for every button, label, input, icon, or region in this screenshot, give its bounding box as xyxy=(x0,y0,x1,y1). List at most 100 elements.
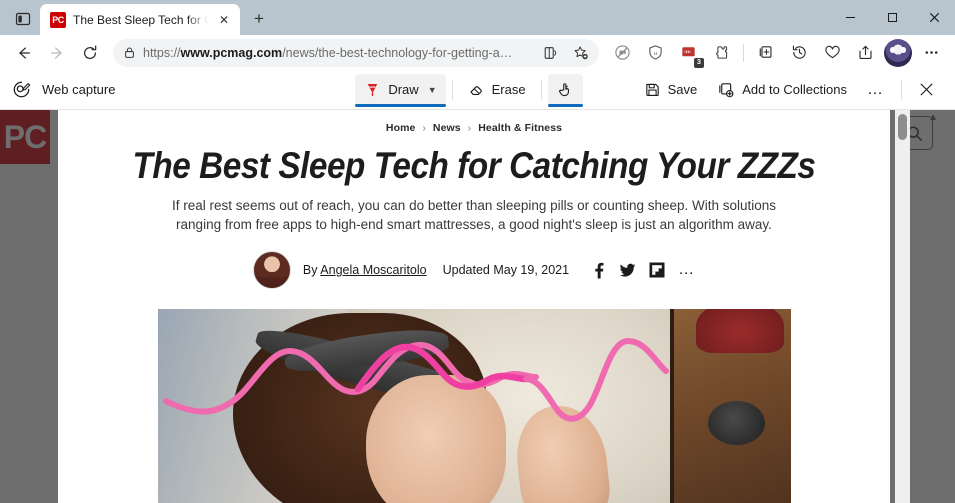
web-capture-icon xyxy=(12,80,31,99)
web-capture-label: Web capture xyxy=(42,82,116,97)
tab-strip: PC The Best Sleep Tech for Catching ✕ + xyxy=(0,0,274,35)
tool-divider-1 xyxy=(451,79,453,100)
extensions-area: u 3 xyxy=(606,38,947,68)
no-video-extension-button[interactable] xyxy=(606,38,638,68)
collections-button[interactable] xyxy=(750,38,782,68)
collections-icon xyxy=(759,46,772,58)
capture-more-button[interactable]: … xyxy=(858,74,893,106)
puzzle-extension-button[interactable] xyxy=(705,38,737,68)
pen-icon xyxy=(364,81,381,98)
twitter-icon[interactable] xyxy=(619,263,636,278)
share-icon xyxy=(858,45,872,60)
refresh-icon xyxy=(83,44,97,59)
page-scrollbar-thumb[interactable] xyxy=(898,114,907,140)
back-button[interactable] xyxy=(8,38,40,68)
site-logo[interactable]: PC xyxy=(0,110,50,164)
breadcrumb-separator-2: › xyxy=(467,122,472,134)
back-arrow-icon xyxy=(19,46,31,59)
erase-tool-button[interactable]: Erase xyxy=(459,74,535,106)
window-controls xyxy=(829,0,955,35)
eraser-icon xyxy=(468,81,485,98)
page-content-area: PC ▲ Home › News › Health & Fitness The … xyxy=(0,110,955,503)
tool-divider-3 xyxy=(901,79,902,100)
article-share-row: … xyxy=(591,261,695,279)
minimize-button[interactable] xyxy=(829,0,871,35)
page-scrollbar-track[interactable] xyxy=(895,110,910,503)
tab-favicon: PC xyxy=(50,11,66,28)
web-capture-toolbar: Web capture Draw ▼ Erase Save Add to Col… xyxy=(0,70,955,110)
favorites-button[interactable] xyxy=(816,38,848,68)
byline-prefix: By xyxy=(302,263,318,277)
shield-icon: u xyxy=(648,45,662,60)
browser-tab[interactable]: PC The Best Sleep Tech for Catching ✕ xyxy=(40,4,240,35)
url-domain: www.pcmag.com xyxy=(180,45,283,60)
save-label: Save xyxy=(667,82,698,97)
svg-text:u: u xyxy=(653,51,656,57)
updated-date: Updated May 19, 2021 xyxy=(442,263,570,277)
browser-window: PC The Best Sleep Tech for Catching ✕ + xyxy=(0,0,955,503)
title-bar: PC The Best Sleep Tech for Catching ✕ + xyxy=(0,0,955,35)
heart-icon xyxy=(824,45,840,59)
no-video-icon xyxy=(614,45,630,60)
extension-badge-count: 3 xyxy=(694,57,704,68)
breadcrumb: Home › News › Health & Fitness xyxy=(58,122,890,134)
history-button[interactable] xyxy=(783,38,815,68)
forward-button[interactable] xyxy=(41,38,73,68)
maximize-button[interactable] xyxy=(871,0,913,35)
breadcrumb-separator-1: › xyxy=(422,122,426,134)
navigation-bar: https://www.pcmag.com/news/the-best-tech… xyxy=(0,35,955,70)
tab-close-button[interactable]: ✕ xyxy=(215,11,233,29)
read-aloud-icon xyxy=(544,46,557,59)
breadcrumb-item-home[interactable]: Home xyxy=(386,122,416,134)
red-extension-button[interactable]: 3 xyxy=(672,38,704,68)
capture-actions-group: Save Add to Collections … xyxy=(635,74,943,106)
article-byline: By Angela Moscaritolo Updated May 19, 20… xyxy=(58,251,890,289)
shield-extension-button[interactable]: u xyxy=(639,38,671,68)
more-share-button[interactable]: … xyxy=(678,261,695,279)
author-link[interactable]: Angela Moscaritolo xyxy=(320,263,426,277)
breadcrumb-item-news[interactable]: News xyxy=(433,122,461,134)
flipboard-icon[interactable] xyxy=(649,262,665,278)
add-to-collections-icon xyxy=(717,81,735,99)
share-button[interactable] xyxy=(849,38,881,68)
lock-icon xyxy=(123,46,137,59)
new-tab-button[interactable]: + xyxy=(244,4,274,34)
puzzle-extension-icon xyxy=(715,46,727,59)
read-aloud-button[interactable] xyxy=(539,41,563,65)
tab-actions-button[interactable] xyxy=(6,4,40,34)
web-capture-brand: Web capture xyxy=(12,80,115,99)
add-favorite-button[interactable] xyxy=(569,41,593,65)
close-capture-icon xyxy=(920,83,933,96)
tool-divider-2 xyxy=(540,79,542,100)
facebook-icon[interactable] xyxy=(591,262,606,279)
add-to-collections-button[interactable]: Add to Collections xyxy=(708,74,856,106)
site-logo-text: PC xyxy=(3,118,47,155)
draw-tool-label: Draw xyxy=(388,82,419,97)
save-button[interactable]: Save xyxy=(635,74,707,106)
article-headline: The Best Sleep Tech for Catching Your ZZ… xyxy=(132,145,816,186)
close-window-button[interactable] xyxy=(913,0,955,35)
maximize-icon xyxy=(887,13,897,22)
refresh-button[interactable] xyxy=(74,38,106,68)
url-path: /news/the-best-technology-for-getting-a… xyxy=(282,45,513,60)
minimize-icon xyxy=(845,17,855,18)
article-container: Home › News › Health & Fitness The Best … xyxy=(58,110,890,503)
save-icon xyxy=(644,81,661,98)
breadcrumb-item-health-fitness[interactable]: Health & Fitness xyxy=(478,122,562,134)
author-avatar[interactable] xyxy=(252,251,291,289)
url-prefix: https:// xyxy=(143,45,181,60)
article-hero-image xyxy=(157,309,791,503)
url-text: https://www.pcmag.com/news/the-best-tech… xyxy=(143,46,533,60)
byline-author: By Angela Moscaritolo xyxy=(303,263,427,277)
toolbar-divider xyxy=(743,43,744,62)
chevron-down-icon[interactable]: ▼ xyxy=(428,85,437,95)
touch-writing-button[interactable] xyxy=(547,73,583,107)
capture-close-button[interactable] xyxy=(910,74,943,106)
scroll-up-arrow[interactable]: ▲ xyxy=(928,112,938,123)
profile-avatar[interactable] xyxy=(884,38,912,67)
settings-more-button[interactable] xyxy=(915,38,947,68)
page-dim-left xyxy=(0,110,58,503)
article-subhead: If real rest seems out of reach, you can… xyxy=(171,198,777,232)
draw-tool-button[interactable]: Draw ▼ xyxy=(355,73,446,107)
address-bar[interactable]: https://www.pcmag.com/news/the-best-tech… xyxy=(113,38,599,67)
